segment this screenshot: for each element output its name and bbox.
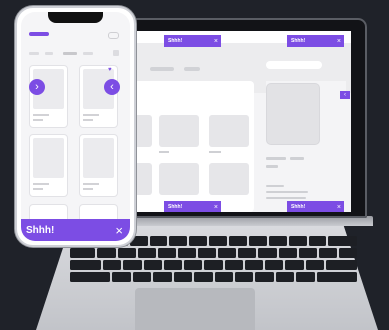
toast-label: Shhh! — [291, 204, 306, 210]
product-detail-line — [266, 191, 308, 193]
toast-notification: Shhh! × — [287, 201, 344, 212]
product-detail-line — [290, 157, 304, 160]
menu-button[interactable] — [108, 32, 119, 39]
nav-item[interactable] — [184, 67, 200, 71]
product-grid — [128, 81, 254, 212]
product-price — [33, 119, 43, 121]
toast-notification: Shhh! × — [164, 35, 221, 47]
product-title — [209, 151, 221, 153]
product-title — [33, 183, 49, 185]
close-icon[interactable]: × — [337, 204, 341, 211]
product-thumb[interactable] — [159, 115, 199, 147]
product-thumb[interactable] — [209, 163, 249, 195]
phone-logo — [29, 32, 49, 36]
product-detail-line — [266, 157, 286, 160]
phone-notch — [48, 12, 103, 23]
close-icon[interactable]: × — [337, 38, 341, 45]
heart-icon[interactable]: ♥ — [108, 67, 112, 73]
product-card[interactable] — [29, 134, 68, 197]
product-title — [83, 114, 99, 116]
chevron-left-icon[interactable]: ‹ — [340, 91, 350, 99]
laptop-screen: ‹ Shhh! × Shhh! × Shhh! × Shhh! × — [128, 31, 351, 212]
toast-notification: Shhh! × — [164, 201, 221, 212]
toast-label: Shhh! — [168, 204, 183, 210]
product-price — [33, 188, 43, 190]
product-title — [159, 151, 169, 153]
product-image — [83, 138, 114, 178]
filter-item[interactable] — [45, 52, 53, 55]
filter-item[interactable] — [29, 52, 39, 55]
nav-item[interactable] — [150, 67, 174, 71]
chevron-left-icon[interactable]: ‹ — [104, 79, 120, 95]
product-detail-line — [266, 185, 284, 187]
product-title — [83, 183, 99, 185]
product-thumb[interactable] — [209, 115, 249, 147]
product-card[interactable] — [79, 65, 118, 128]
toast-label: Shhh! — [291, 38, 306, 44]
product-price — [83, 188, 93, 190]
product-card[interactable] — [29, 65, 68, 128]
close-icon[interactable]: × — [214, 38, 218, 45]
grid-view-icon[interactable] — [113, 50, 119, 56]
product-thumb[interactable] — [159, 163, 199, 195]
product-image — [33, 138, 64, 178]
close-icon[interactable]: × — [115, 223, 123, 238]
product-detail-line — [266, 197, 306, 199]
trackpad — [135, 288, 255, 330]
toast-notification: Shhh! × — [287, 35, 344, 47]
product-image — [266, 83, 320, 145]
close-icon[interactable]: × — [214, 204, 218, 211]
search-input[interactable] — [266, 61, 322, 69]
filter-item[interactable] — [63, 52, 77, 55]
phone-screen: ♥ › ‹ Shhh! × — [21, 12, 130, 241]
product-price — [83, 119, 93, 121]
phone-frame: ♥ › ‹ Shhh! × — [15, 6, 136, 247]
product-detail-line — [266, 165, 278, 168]
toast-label: Shhh! — [26, 224, 55, 236]
toast-label: Shhh! — [168, 38, 183, 44]
chevron-right-icon[interactable]: › — [29, 79, 45, 95]
product-detail — [266, 81, 346, 212]
product-title — [33, 114, 49, 116]
filter-item[interactable] — [83, 52, 93, 55]
toast-notification: Shhh! × — [21, 219, 130, 241]
product-card[interactable] — [79, 134, 118, 197]
